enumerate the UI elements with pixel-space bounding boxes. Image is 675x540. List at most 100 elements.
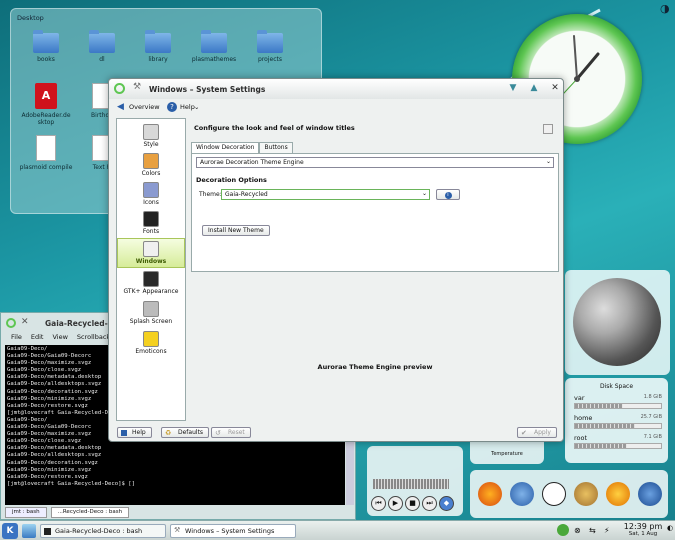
- pin-icon[interactable]: ✕: [21, 317, 29, 327]
- stop-icon[interactable]: ■: [405, 496, 420, 511]
- reset-icon: ↺: [215, 429, 221, 437]
- next-track-icon[interactable]: ⏭: [422, 496, 437, 511]
- help-icon[interactable]: ?: [167, 102, 177, 112]
- folder-view-title: Desktop: [17, 14, 44, 22]
- disk-row-var: var 1.8 GiB: [574, 394, 662, 412]
- terminal-tab-2[interactable]: ...Recycled-Deco : bash: [50, 507, 130, 518]
- install-new-theme-button[interactable]: Install New Theme: [202, 225, 270, 236]
- settings-titlebar[interactable]: ⚒ Windows – System Settings ▼ ▲ ✕: [109, 79, 563, 99]
- checkmark-icon: ✔: [521, 429, 527, 437]
- kickoff-menu-button[interactable]: K: [2, 523, 18, 539]
- defaults-button[interactable]: ♻ Defaults: [161, 427, 210, 438]
- theme-select[interactable]: Gaia-Recycled ⌄: [221, 189, 430, 200]
- desktop-item-dl[interactable]: dl: [74, 30, 130, 63]
- category-style[interactable]: Style: [117, 122, 185, 152]
- desktop-item-books[interactable]: books: [18, 30, 74, 63]
- clock-minute-hand: [573, 35, 578, 80]
- power-icon[interactable]: ⚡: [604, 526, 610, 535]
- disk-usage-bar: [574, 423, 662, 429]
- inkscape-icon[interactable]: [542, 482, 566, 506]
- play-icon[interactable]: ▶: [388, 496, 403, 511]
- desktop-item-plasmoid-compile[interactable]: plasmoid compile: [18, 135, 74, 171]
- reset-button[interactable]: ↺ Reset: [211, 427, 251, 438]
- style-icon: [143, 124, 159, 140]
- gimp-icon[interactable]: [574, 482, 598, 506]
- info-icon: i: [444, 192, 452, 199]
- konqueror-icon[interactable]: [638, 482, 662, 506]
- show-desktop-icon[interactable]: [22, 524, 36, 538]
- app-menu-icon[interactable]: [114, 83, 125, 94]
- network-icon[interactable]: ⇆: [589, 526, 596, 535]
- blender-icon[interactable]: [606, 482, 630, 506]
- folder-icon: [257, 30, 283, 53]
- chevron-down-icon: ⌄: [421, 190, 427, 197]
- terminal-line: Gaia09-Deco/alldesktops.svgz: [7, 452, 102, 459]
- thunderbird-icon[interactable]: [510, 482, 534, 506]
- temperature-label: Temperature: [491, 451, 523, 457]
- desktop-item-adobereader[interactable]: A AdobeReader.de sktop: [18, 83, 74, 126]
- category-gtk-appearance[interactable]: GTK+ Appearance: [117, 269, 185, 299]
- category-fonts[interactable]: Fonts: [117, 209, 185, 239]
- notifications-icon[interactable]: ⊗: [574, 526, 581, 535]
- tray-app-icon[interactable]: [557, 524, 569, 536]
- decoration-options-heading: Decoration Options: [196, 176, 267, 184]
- task-system-settings[interactable]: ⚒ Windows – System Settings: [170, 524, 296, 538]
- category-windows[interactable]: Windows: [117, 238, 185, 268]
- menu-file[interactable]: File: [11, 333, 22, 344]
- module-heading: Configure the look and feel of window ti…: [194, 124, 355, 132]
- tab-window-decoration[interactable]: Window Decoration: [191, 142, 260, 153]
- system-settings-window[interactable]: ⚒ Windows – System Settings ▼ ▲ ✕ ◀ Over…: [108, 78, 564, 442]
- defaults-icon: ♻: [165, 429, 172, 437]
- help-icon: [121, 430, 127, 436]
- disk-row-home: home 25.7 GiB: [574, 414, 662, 432]
- window-title: Windows – System Settings: [149, 85, 266, 94]
- theme-preview-label: Aurorae Theme Engine preview: [317, 363, 433, 371]
- app-menu-icon[interactable]: [6, 318, 16, 328]
- decoration-panel: Aurorae Decoration Theme Engine ⌄ Decora…: [191, 153, 559, 272]
- menu-edit[interactable]: Edit: [31, 333, 44, 344]
- minimize-icon[interactable]: ▼: [507, 83, 519, 95]
- folder-icon: [89, 30, 115, 53]
- disk-usage-bar: [574, 403, 662, 409]
- back-arrow-icon[interactable]: ◀: [117, 102, 124, 112]
- clock-center: [574, 76, 580, 82]
- desktop-item-library[interactable]: library: [130, 30, 186, 63]
- panel-toolbox-icon[interactable]: ◐: [667, 524, 673, 532]
- task-terminal[interactable]: Gaia-Recycled-Deco : bash: [40, 524, 166, 538]
- fonts-icon: [143, 211, 159, 227]
- taskbar: K Gaia-Recycled-Deco : bash ⚒ Windows – …: [0, 520, 675, 540]
- tab-buttons[interactable]: Buttons: [259, 142, 293, 153]
- desktop-item-projects[interactable]: projects: [242, 30, 298, 63]
- desktop-item-plasmathemes[interactable]: plasmathemes: [186, 30, 242, 63]
- firefox-icon[interactable]: [478, 482, 502, 506]
- help-menu-button[interactable]: Help: [180, 103, 195, 111]
- help-button[interactable]: Help: [117, 427, 152, 438]
- category-splash-screen[interactable]: Splash Screen: [117, 299, 185, 329]
- media-visualizer: [373, 479, 449, 489]
- media-app-icon[interactable]: ◆: [439, 496, 454, 511]
- disk-row-root: root 7.1 GiB: [574, 434, 662, 452]
- theme-info-button[interactable]: i: [436, 189, 460, 200]
- moon-phase-widget: [565, 270, 670, 375]
- icons-icon: [143, 182, 159, 198]
- digital-clock[interactable]: 12:39 pm Sat, 1 Aug: [620, 522, 666, 537]
- terminal-tab-1[interactable]: jmt : bash: [5, 507, 47, 518]
- overview-button[interactable]: Overview: [129, 103, 160, 111]
- desktop-toolbox-icon[interactable]: ◑: [660, 2, 674, 16]
- category-icons[interactable]: Icons: [117, 180, 185, 210]
- chevron-down-icon[interactable]: ⌄: [194, 103, 199, 111]
- maximize-icon[interactable]: ▲: [528, 83, 540, 95]
- quicklaunch-widget: [470, 470, 668, 518]
- module-info-icon[interactable]: [543, 124, 553, 134]
- close-icon[interactable]: ✕: [549, 83, 561, 95]
- menu-scrollback[interactable]: Scrollback: [77, 333, 110, 344]
- previous-track-icon[interactable]: ⏮: [371, 496, 386, 511]
- gtk-icon: [143, 271, 159, 287]
- terminal-line: Gaia09-Deco/minimize.svgz: [7, 466, 92, 473]
- apply-button[interactable]: ✔ Apply: [517, 427, 557, 438]
- decoration-engine-select[interactable]: Aurorae Decoration Theme Engine ⌄: [196, 157, 554, 168]
- category-emoticons[interactable]: Emoticons: [117, 329, 185, 359]
- category-colors[interactable]: Colors: [117, 151, 185, 181]
- menu-view[interactable]: View: [52, 333, 67, 344]
- folder-icon: [201, 30, 227, 53]
